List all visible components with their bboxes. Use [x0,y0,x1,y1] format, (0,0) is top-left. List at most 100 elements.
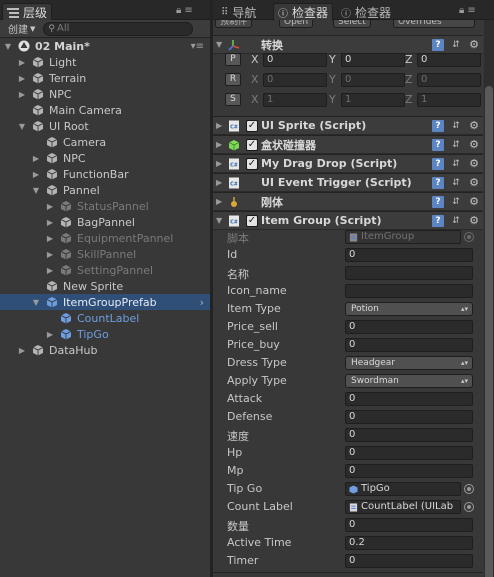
property-dropdown[interactable]: Headgear ▴▾ [345,356,473,370]
property-input[interactable]: 0 [345,464,473,478]
property-input[interactable]: 0 [345,320,473,334]
hierarchy-item[interactable]: CountLabel [0,310,210,326]
tab-hierarchy[interactable]: 层级 [2,3,52,21]
help-book-icon[interactable]: ? [432,39,444,51]
component-header[interactable]: ▶ ✓ 盒状碰撞器? ⇵ ⚙ [213,135,483,154]
transform-header[interactable]: ▼ 转换 ? ⇵ ⚙ [213,35,483,54]
scrollbar-thumb[interactable] [485,86,493,577]
gear-icon[interactable]: ⚙ [468,215,480,227]
component-enable-checkbox[interactable]: ✓ [246,119,258,132]
fold-collapsed-icon[interactable]: ▶ [216,121,222,130]
fold-expanded-icon[interactable]: ▼ [17,122,27,131]
fold-collapsed-icon[interactable]: ▶ [17,58,27,67]
select-button[interactable]: Select [333,20,371,28]
hierarchy-item[interactable]: ▼ ItemGroupPrefab › [0,294,210,310]
hierarchy-item[interactable]: ▶ FunctionBar [0,166,210,182]
fold-collapsed-icon[interactable]: ▶ [17,90,27,99]
hierarchy-item[interactable]: ▶ NPC [0,150,210,166]
help-book-icon[interactable]: ? [432,139,444,151]
hierarchy-item[interactable]: ▶ DataHub [0,342,210,358]
transform-z-field[interactable]: 0 [417,53,481,67]
gear-icon[interactable]: ⚙ [468,139,480,151]
help-book-icon[interactable]: ? [432,177,444,189]
property-dropdown[interactable]: Potion ▴▾ [345,302,473,316]
property-input[interactable] [345,266,473,280]
fold-collapsed-icon[interactable]: ▶ [17,74,27,83]
help-book-icon[interactable]: ? [432,215,444,227]
fold-expanded-icon[interactable]: ▼ [31,186,41,195]
property-input[interactable]: 0 [345,248,473,262]
object-field[interactable]: CountLabel (UILab [345,500,461,514]
preset-icon[interactable]: ⇵ [450,139,462,151]
transform-y-field[interactable]: 0 [341,53,405,67]
fold-collapsed-icon[interactable]: ▶ [45,266,55,275]
transform-reset-button[interactable]: R [225,73,241,86]
scene-menu-icon[interactable]: ▾≡ [191,41,204,52]
overrides-dropdown[interactable]: Overrides [393,20,475,28]
transform-reset-button[interactable]: S [225,93,241,106]
fold-collapsed-icon[interactable]: ▶ [216,197,222,206]
inspector-scrollbar[interactable] [484,20,494,577]
preset-icon[interactable]: ⇵ [450,39,462,51]
hierarchy-item[interactable]: ▶ NPC [0,86,210,102]
object-picker-icon[interactable] [464,502,474,512]
property-input[interactable]: 0 [345,428,473,442]
scene-row[interactable]: ▼ 02 Main* ▾≡ [0,38,210,54]
component-header[interactable]: ▶ 刚体? ⇵ ⚙ [213,192,483,211]
property-input[interactable]: 0 [345,338,473,352]
open-prefab-arrow-icon[interactable]: › [200,296,204,309]
property-input[interactable]: 0 [345,410,473,424]
transform-z-field[interactable]: 0 [417,73,481,87]
fold-collapsed-icon[interactable]: ▶ [216,178,222,187]
gear-icon[interactable]: ⚙ [468,120,480,132]
fold-collapsed-icon[interactable]: ▶ [216,159,222,168]
preset-icon[interactable]: ⇵ [450,196,462,208]
transform-reset-button[interactable]: P [225,53,241,66]
help-book-icon[interactable]: ? [432,120,444,132]
property-input[interactable]: 0.2 [345,536,473,550]
component-header[interactable]: ▶ C# ✓ UI Sprite (Script)? ⇵ ⚙ [213,116,483,135]
gear-icon[interactable]: ⚙ [468,158,480,170]
component-enable-checkbox[interactable]: ✓ [246,138,258,151]
tab-navigation[interactable]: ⠿ 导航 [217,3,269,21]
preset-icon[interactable]: ⇵ [450,177,462,189]
object-picker-icon[interactable] [464,484,474,494]
hierarchy-item[interactable]: New Sprite [0,278,210,294]
preset-icon[interactable]: ⇵ [450,215,462,227]
component-enable-checkbox[interactable]: ✓ [246,157,258,170]
help-book-icon[interactable]: ? [432,158,444,170]
gear-icon[interactable]: ⚙ [468,196,480,208]
property-input[interactable]: 0 [345,554,473,568]
hierarchy-item[interactable]: ▼ Pannel [0,182,210,198]
transform-z-field[interactable]: 1 [417,93,481,107]
hierarchy-item[interactable]: ▶ EquipmentPannel [0,230,210,246]
fold-collapsed-icon[interactable]: ▶ [45,250,55,259]
fold-expanded-icon[interactable]: ▼ [216,216,222,225]
component-header[interactable]: ▶ C# UI Event Trigger (Script)? ⇵ ⚙ [213,173,483,192]
component-header[interactable]: ▶ C# ✓ My Drag Drop (Script)? ⇵ ⚙ [213,154,483,173]
hierarchy-item[interactable]: ▼ UI Root [0,118,210,134]
tab-inspector-second[interactable]: ⓘ 检查器 [337,3,397,21]
component-enable-checkbox[interactable]: ✓ [246,214,258,227]
tab-inspector-active[interactable]: ⓘ 检查器 [273,3,333,21]
help-book-icon[interactable]: ? [432,196,444,208]
tab-menu-icon[interactable]: ≡ [467,5,475,16]
transform-y-field[interactable]: 0 [341,73,405,87]
fold-collapsed-icon[interactable]: ▶ [45,330,55,339]
fold-collapsed-icon[interactable]: ▶ [17,346,27,355]
hierarchy-item[interactable]: ▶ Light [0,54,210,70]
hierarchy-item[interactable]: Camera [0,134,210,150]
tab-menu-icon[interactable]: ≡ [184,5,192,16]
preset-icon[interactable]: ⇵ [450,158,462,170]
transform-y-field[interactable]: 1 [341,93,405,107]
search-input[interactable]: ⚲ All [43,21,194,36]
fold-expanded-icon[interactable]: ▼ [216,40,222,49]
lock-icon[interactable]: 🔒︎ [176,5,181,16]
gear-icon[interactable]: ⚙ [468,177,480,189]
fold-collapsed-icon[interactable]: ▶ [45,218,55,227]
hierarchy-item[interactable]: ▶ TipGo [0,326,210,342]
hierarchy-item[interactable]: ▶ BagPannel [0,214,210,230]
property-input[interactable]: 0 [345,518,473,532]
lock-icon[interactable]: 🔒︎ [459,5,464,16]
hierarchy-item[interactable]: ▶ SettingPannel [0,262,210,278]
